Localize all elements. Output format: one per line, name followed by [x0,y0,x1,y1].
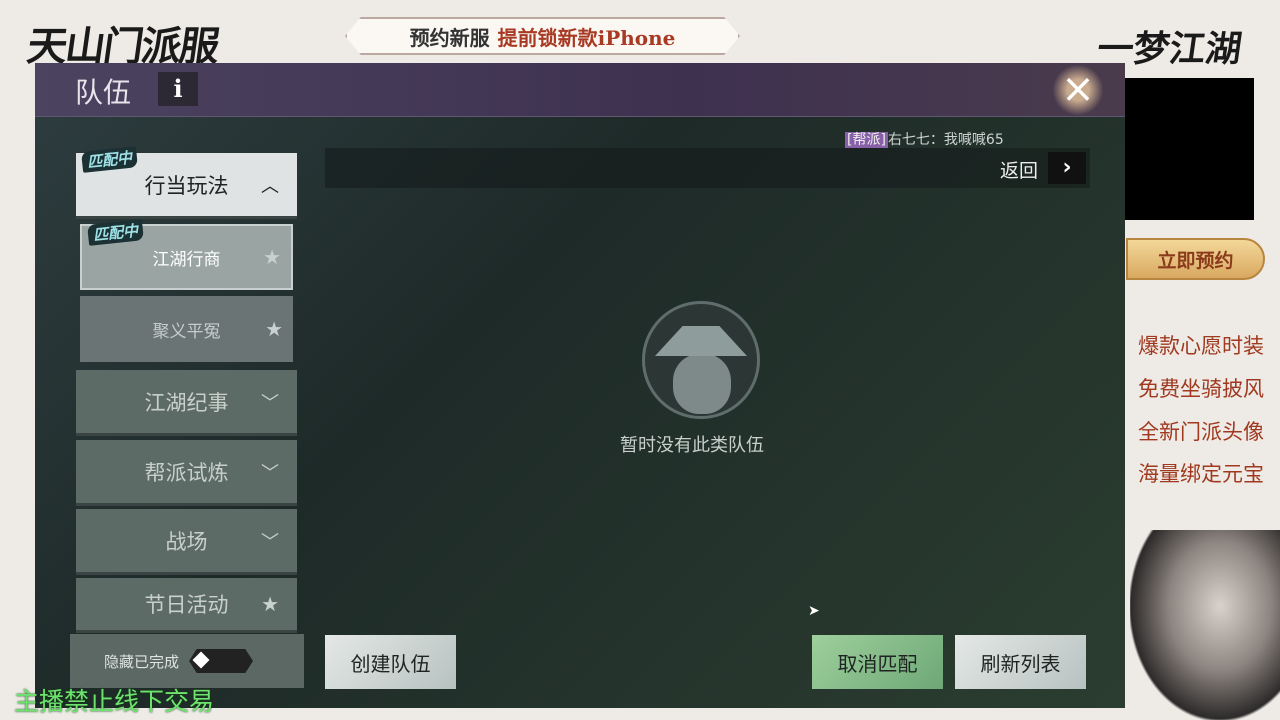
close-icon[interactable]: × [1053,65,1103,115]
promo-line: 免费坐骑披风 [1125,373,1280,403]
team-dialog: 队伍 i × [帮派]右七七：我喊喊65 返回 › 匹配中行当玩法︿ 匹配中江湖… [35,63,1125,708]
chevron-down-icon: ﹀ [261,459,279,485]
star-icon[interactable]: ★ [263,245,281,269]
empty-mascot-icon [642,301,760,419]
hide-completed-row: 隐藏已完成 [70,634,304,688]
create-team-button[interactable]: 创建队伍 [325,635,456,689]
promo-line: 爆款心愿时装 [1125,330,1280,360]
category-bangpai-shilian[interactable]: 帮派试炼 ﹀ [76,440,297,506]
category-label: 节日活动 [145,589,229,619]
refresh-list-button[interactable]: 刷新列表 [955,635,1086,689]
promo-line: 全新门派头像 [1125,416,1280,446]
chat-message: [帮派]右七七：我喊喊65 [845,129,1004,149]
mouse-cursor-icon: ➤ [808,603,820,619]
chevron-down-icon: ﹀ [261,528,279,554]
matching-tag: 匹配中 [81,146,138,173]
dialog-title: 队伍 [75,71,131,111]
subitem-jianghu-xingshang[interactable]: 匹配中江湖行商★ [80,224,293,290]
chevron-up-icon: ︿ [261,172,279,198]
promo-banner: 预约新服提前锁新款iPhone [345,17,740,55]
category-label: 江湖纪事 [145,387,229,417]
video-overlay [1125,78,1254,220]
category-jieri-huodong[interactable]: 节日活动 ★ [76,578,297,633]
category-label: 帮派试炼 [145,457,229,487]
category-label: 战场 [166,526,208,556]
star-icon[interactable]: ★ [261,592,279,616]
info-button[interactable]: i [158,72,198,106]
matching-tag: 匹配中 [87,219,144,246]
subitem-juyi-pingyuan[interactable]: 聚义平冤 ★ [80,296,293,362]
hide-completed-toggle[interactable] [189,649,253,673]
promo-line: 海量绑定元宝 [1125,458,1280,488]
banner-text-2: 提前锁新款iPhone [498,22,676,51]
chevron-down-icon: ﹀ [261,389,279,415]
hide-completed-label: 隐藏已完成 [104,651,179,672]
chat-text: 右七七：我喊喊65 [888,132,1004,148]
chat-channel: [帮派] [845,132,888,148]
category-zhanchang[interactable]: 战场 ﹀ [76,509,297,575]
empty-state-text: 暂时没有此类队伍 [620,431,764,457]
back-label[interactable]: 返回 [1000,156,1038,183]
category-jianghu-jishi[interactable]: 江湖纪事 ﹀ [76,370,297,436]
category-label: 行当玩法 [145,170,229,200]
subitem-label: 聚义平冤 [153,317,221,342]
filter-bar [325,148,1090,188]
chevron-right-icon[interactable]: › [1048,152,1086,184]
banner-text-1: 预约新服 [410,22,490,51]
cancel-match-button[interactable]: 取消匹配 [812,635,943,689]
star-icon[interactable]: ★ [265,317,283,341]
character-art [1130,530,1280,720]
reserve-button[interactable]: 立即预约 [1126,238,1265,280]
stream-warning: 主播禁止线下交易 [14,682,214,718]
category-xingdang[interactable]: 匹配中行当玩法︿ [76,153,297,219]
dialog-header: 队伍 i × [35,63,1125,117]
subitem-label: 江湖行商 [153,245,221,270]
